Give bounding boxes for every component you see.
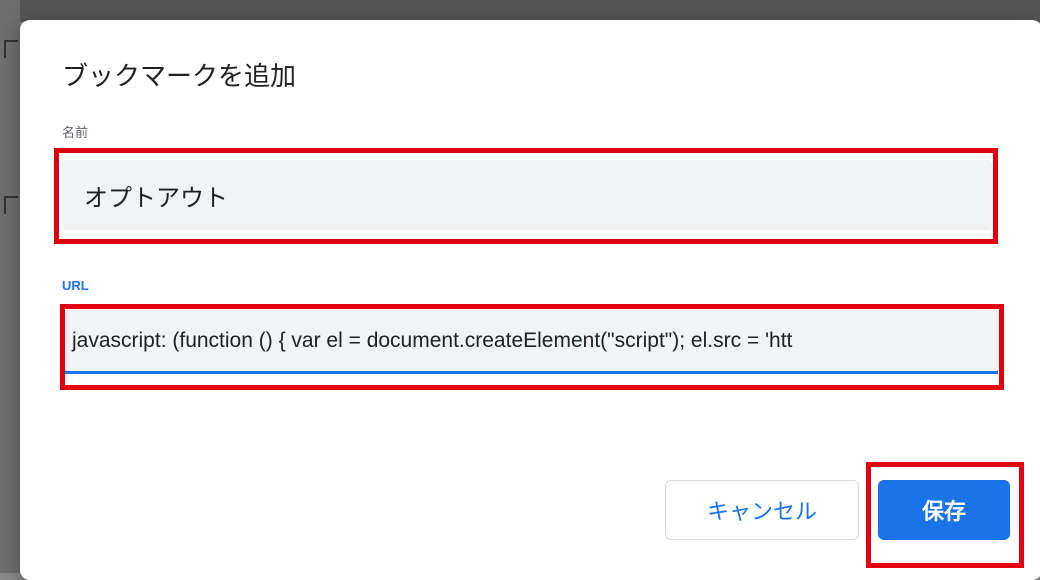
bookmark-name-input[interactable]: オプトアウト <box>62 160 992 230</box>
page-backdrop-left <box>0 0 20 573</box>
bookmark-url-input[interactable]: javascript: (function () { var el = docu… <box>64 310 998 374</box>
url-label: URL <box>62 278 89 293</box>
page-backdrop-top <box>0 0 1040 22</box>
backdrop-text-fragment <box>4 196 18 214</box>
save-button[interactable]: 保存 <box>878 480 1010 540</box>
add-bookmark-dialog: ブックマークを追加 名前 オプトアウト URL javascript: (fun… <box>20 20 1040 580</box>
name-label: 名前 <box>62 126 89 141</box>
cancel-button[interactable]: キャンセル <box>665 480 859 540</box>
dialog-title: ブックマークを追加 <box>62 62 297 92</box>
backdrop-text-fragment <box>4 40 18 58</box>
